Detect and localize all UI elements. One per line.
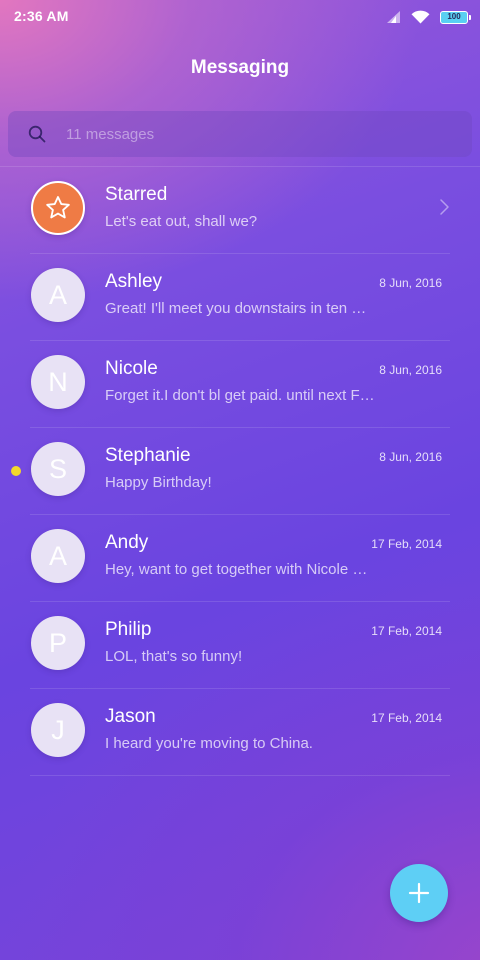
conversation-philip[interactable]: P Philip 17 Feb, 2014 LOL, that's so fun… [0,602,480,689]
new-message-button[interactable] [390,864,448,922]
avatar: P [31,616,85,670]
conversation-preview: Happy Birthday! [105,474,212,491]
avatar: A [31,268,85,322]
page-title: Messaging [190,57,290,78]
conversation-name: Andy [105,532,149,553]
conversation-name: Starred [105,184,168,205]
conversation-preview: Forget it.I don't bl get paid. until nex… [105,387,375,404]
signal-icon [387,11,400,23]
plus-icon [408,882,430,904]
star-icon [46,196,70,219]
status-icons: 100 [386,9,471,25]
conversation-starred[interactable]: Starred Let's eat out, shall we? [0,167,480,254]
conversation-date: 17 Feb, 2014 [371,624,442,638]
chevron-right-icon [440,199,449,215]
conversation-name: Stephanie [105,445,191,466]
conversation-andy[interactable]: A Andy 17 Feb, 2014 Hey, want to get tog… [0,515,480,602]
avatar-initial: A [48,279,67,310]
conversation-list: Starred Let's eat out, shall we? A Ashle… [0,167,480,776]
conversation-preview: Hey, want to get together with Nicole … [105,561,368,578]
status-bar: 2:36 AM 100 [0,0,480,34]
conversation-stephanie[interactable]: S Stephanie 8 Jun, 2016 Happy Birthday! [0,428,480,515]
conversation-nicole[interactable]: N Nicole 8 Jun, 2016 Forget it.I don't b… [0,341,480,428]
conversation-date: 17 Feb, 2014 [371,711,442,725]
conversation-preview: I heard you're moving to China. [105,735,313,752]
avatar-initial: A [48,540,67,571]
wifi-icon [411,10,430,24]
search-input[interactable] [66,111,446,157]
avatar-initial: P [48,627,67,658]
conversation-name: Ashley [105,271,163,292]
conversation-date: 8 Jun, 2016 [379,450,442,464]
avatar-initial: S [48,453,67,484]
conversation-name: Jason [105,706,156,727]
unread-indicator [11,466,21,476]
conversation-date: 17 Feb, 2014 [371,537,442,551]
conversation-name: Philip [105,619,152,640]
avatar: N [31,355,85,409]
search-bar[interactable] [8,111,472,157]
starred-avatar [31,181,85,235]
status-time: 2:36 AM [14,8,69,24]
divider [30,775,450,776]
avatar: A [31,529,85,583]
avatar: S [31,442,85,496]
avatar-initial: J [51,714,65,745]
battery-level: 100 [447,12,461,21]
search-icon [28,125,46,143]
conversation-date: 8 Jun, 2016 [379,363,442,377]
conversation-preview: Great! I'll meet you downstairs in ten … [105,300,367,317]
conversation-preview: LOL, that's so funny! [105,648,243,665]
conversation-preview: Let's eat out, shall we? [105,213,258,230]
conversation-date: 8 Jun, 2016 [379,276,442,290]
conversation-name: Nicole [105,358,158,379]
conversation-jason[interactable]: J Jason 17 Feb, 2014 I heard you're movi… [0,689,480,776]
avatar: J [31,703,85,757]
conversation-ashley[interactable]: A Ashley 8 Jun, 2016 Great! I'll meet yo… [0,254,480,341]
battery-icon: 100 [440,10,471,24]
avatar-initial: N [48,366,68,397]
